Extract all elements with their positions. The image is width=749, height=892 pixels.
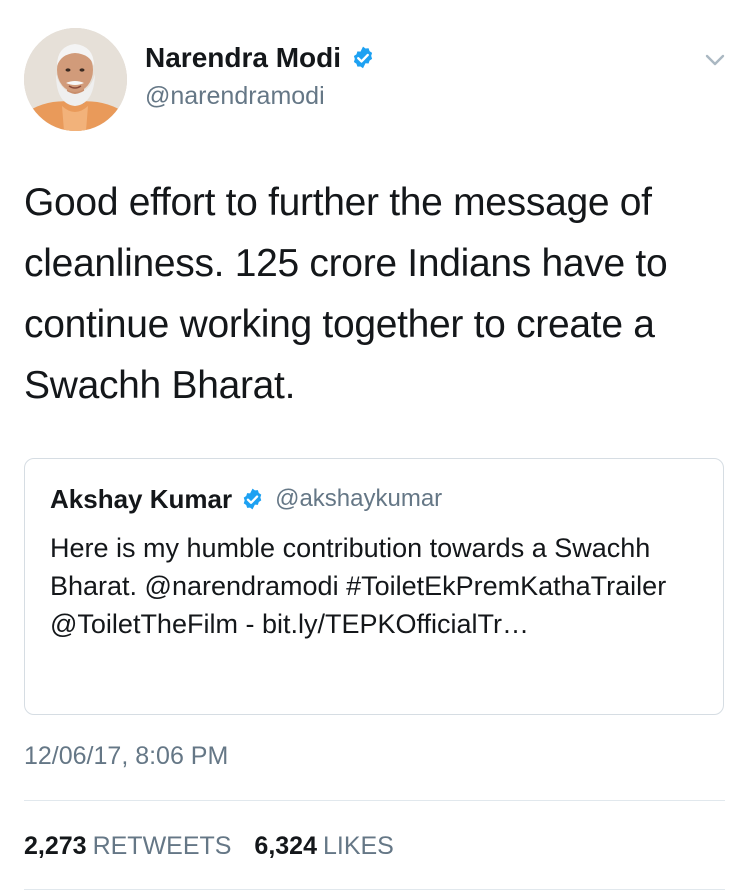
profile-photo [24,28,127,131]
chevron-down-icon[interactable] [703,48,727,72]
tweet-text: Good effort to further the message of cl… [24,181,668,407]
engagement-stats: 2,273 RETWEETS 6,324 LIKES [24,828,410,864]
likes-label: LIKES [322,832,394,860]
avatar[interactable] [24,28,127,131]
divider [24,889,725,890]
author-handle[interactable]: @narendramodi [145,80,325,112]
quoted-author-name: Akshay Kumar [50,484,233,514]
quoted-tweet-header: Akshay Kumar @akshaykumar [50,483,442,515]
author-header[interactable]: Narendra Modi [145,40,376,76]
quoted-tweet-text: Here is my humble contribution towards a… [50,533,667,639]
quoted-tweet[interactable]: Akshay Kumar @akshaykumar Here is my hum… [24,458,724,715]
quoted-author-handle: @akshaykumar [275,485,443,512]
verified-badge-icon [350,45,376,71]
likes-stat[interactable]: 6,324 LIKES [254,832,409,860]
retweets-label: RETWEETS [92,832,232,860]
likes-count: 6,324 [254,832,317,860]
retweets-stat[interactable]: 2,273 RETWEETS [24,832,254,860]
author-name[interactable]: Narendra Modi [145,40,341,76]
divider [24,800,725,801]
verified-badge-icon [240,487,265,512]
tweet-timestamp[interactable]: 12/06/17, 8:06 PM [24,738,228,774]
retweets-count: 2,273 [24,832,87,860]
